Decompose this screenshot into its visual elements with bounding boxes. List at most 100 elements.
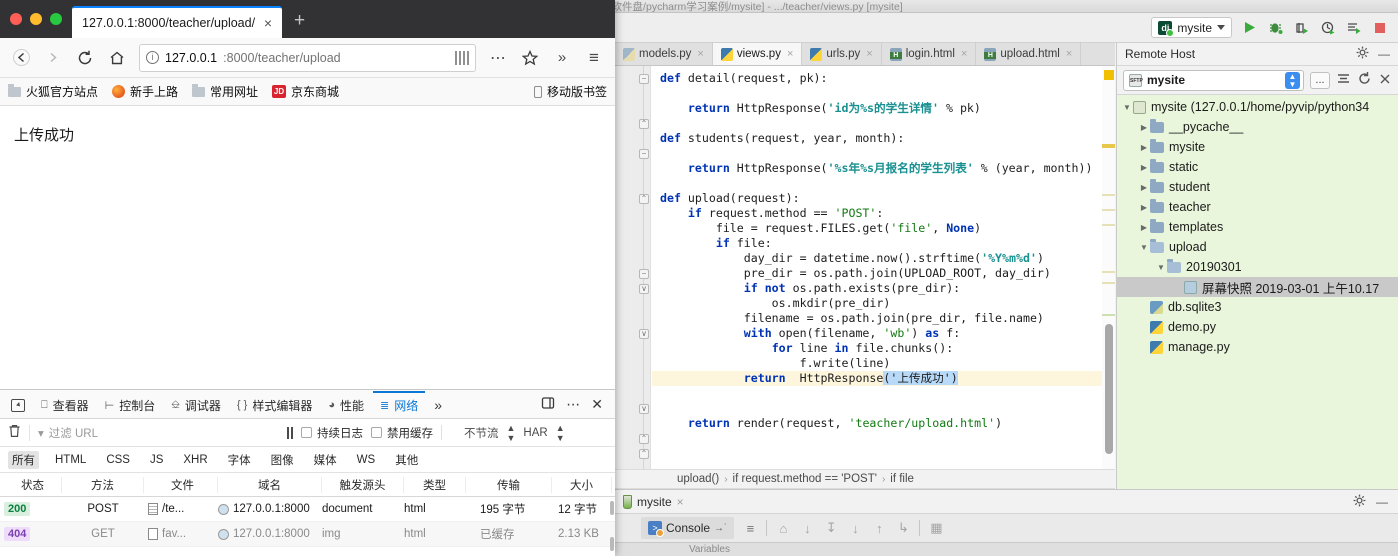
close-icon[interactable]: × — [787, 48, 793, 60]
throttling-label[interactable]: 不节流 — [464, 425, 499, 441]
table-row[interactable]: 404 GET fav... 127.0.0.1:8000 img html 已… — [0, 522, 615, 547]
fold-toggle-icon[interactable]: ⌃ — [639, 194, 649, 204]
chevron-down-icon[interactable]: ▼ — [1138, 243, 1150, 252]
refresh-icon[interactable] — [1357, 71, 1372, 89]
new-tab-button[interactable]: + — [282, 10, 317, 38]
minimize-icon[interactable]: — — [1378, 47, 1390, 61]
scrollbar-thumb[interactable] — [1105, 324, 1113, 454]
profile-icon[interactable] — [1319, 19, 1336, 36]
tree-item[interactable]: manage.py — [1117, 337, 1398, 357]
column-header-method[interactable]: 方法 — [62, 476, 144, 493]
rerun-icon[interactable] — [1345, 19, 1362, 36]
gear-icon[interactable] — [1353, 494, 1366, 510]
column-header-file[interactable]: 文件 — [144, 476, 218, 493]
run-to-cursor-icon[interactable]: ↳ — [895, 520, 911, 536]
step-into-icon[interactable]: ↓ — [799, 520, 815, 536]
evaluate-expression-icon[interactable]: ▦ — [928, 520, 944, 536]
bookmark-common-sites[interactable]: 常用网址 — [192, 83, 258, 100]
editor-tab-login[interactable]: login.html × — [882, 43, 977, 65]
chevron-down-icon[interactable]: ▼ — [1121, 103, 1133, 112]
chevron-right-icon[interactable]: ▶ — [1138, 123, 1150, 132]
type-filter-XHR[interactable]: XHR — [179, 453, 211, 467]
stop-icon[interactable] — [1371, 19, 1388, 36]
minimize-button[interactable] — [30, 13, 42, 25]
forward-icon[interactable] — [39, 44, 67, 72]
column-header-status[interactable]: 状态 — [0, 476, 62, 493]
tree-item[interactable]: demo.py — [1117, 317, 1398, 337]
column-header-domain[interactable]: 域名 — [218, 476, 322, 493]
editor-tab-upload[interactable]: upload.html × — [976, 43, 1082, 65]
column-header-transfer[interactable]: 传输 — [466, 476, 552, 493]
breadcrumb-item-2[interactable]: if file — [890, 473, 914, 485]
editor-tab-urls[interactable]: urls.py × — [802, 43, 882, 65]
breadcrumb-item-1[interactable]: if request.method == 'POST' — [733, 473, 877, 485]
type-filter-所有[interactable]: 所有 — [8, 450, 39, 469]
column-header-type[interactable]: 类型 — [404, 476, 466, 493]
force-step-into-icon[interactable]: ↧ — [823, 520, 839, 536]
devtools-tab-console[interactable]: ⊢ 控制台 — [98, 391, 163, 418]
step-out-icon[interactable]: ↑ — [871, 520, 887, 536]
meatball-menu-icon[interactable]: ⋯ — [566, 396, 580, 413]
editor-scrollbar[interactable] — [1102, 66, 1115, 469]
menu-icon[interactable]: ≡ — [580, 44, 608, 72]
pause-icon[interactable] — [287, 426, 293, 439]
tree-item[interactable]: ▼ upload — [1117, 237, 1398, 257]
devtools-tab-style-editor[interactable]: { } 样式编辑器 — [230, 391, 319, 418]
type-filter-字体[interactable]: 字体 — [224, 451, 255, 469]
fold-toggle-icon[interactable]: − — [639, 74, 649, 84]
trash-icon[interactable] — [8, 424, 21, 441]
chevron-right-icon[interactable]: ▶ — [1138, 183, 1150, 192]
star-icon[interactable] — [516, 44, 544, 72]
scrollbar-thumb[interactable] — [610, 537, 614, 551]
fold-toggle-icon[interactable]: ⌃ — [639, 434, 649, 444]
stepper-icon[interactable]: ▲ ▼ — [1285, 71, 1300, 89]
debug-icon[interactable] — [1267, 19, 1284, 36]
tree-item[interactable]: db.sqlite3 — [1117, 297, 1398, 317]
run-configuration-selector[interactable]: dj mysite — [1151, 17, 1232, 38]
tree-item[interactable]: ▶ student — [1117, 177, 1398, 197]
fold-toggle-icon[interactable]: ∨ — [639, 329, 649, 339]
coverage-icon[interactable] — [1293, 19, 1310, 36]
bookmark-firefox-official[interactable]: 火狐官方站点 — [8, 83, 98, 100]
tree-item[interactable]: ▶ teacher — [1117, 197, 1398, 217]
devtools-tab-network[interactable]: ≣ 网络 — [373, 390, 426, 418]
type-filter-HTML[interactable]: HTML — [51, 453, 90, 467]
fold-toggle-icon[interactable]: − — [639, 149, 649, 159]
browser-tab[interactable]: 127.0.0.1:8000/teacher/upload/ × — [72, 6, 282, 38]
chevron-right-icon[interactable]: ▶ — [1138, 163, 1150, 172]
dock-icon[interactable] — [541, 396, 555, 413]
tree-item[interactable]: ▶ static — [1117, 157, 1398, 177]
close-icon[interactable]: × — [866, 48, 872, 60]
scrollbar-thumb[interactable] — [610, 501, 614, 515]
editor-tab-views[interactable]: views.py × — [712, 43, 803, 65]
server-edit-button[interactable]: ... — [1310, 71, 1330, 89]
type-filter-图像[interactable]: 图像 — [267, 451, 298, 469]
reload-icon[interactable] — [71, 44, 99, 72]
run-tab-mysite[interactable]: mysite × — [623, 494, 684, 509]
element-picker-icon[interactable] — [4, 391, 32, 418]
console-tab[interactable]: > Console →˙ — [641, 517, 735, 539]
maximize-button[interactable] — [50, 13, 62, 25]
close-icon[interactable]: × — [961, 48, 967, 60]
chevron-right-icon[interactable]: ▶ — [1138, 143, 1150, 152]
throttling-stepper-icon[interactable]: ▲ ▼ — [507, 423, 516, 443]
editor-tab-models[interactable]: models.py × — [615, 43, 713, 65]
tree-item[interactable]: 屏幕快照 2019-03-01 上午10.17 — [1117, 277, 1398, 297]
column-header-cause[interactable]: 触发源头 — [322, 476, 404, 493]
type-filter-WS[interactable]: WS — [353, 453, 380, 467]
tree-item[interactable]: ▶ templates — [1117, 217, 1398, 237]
chevron-down-icon[interactable]: ▼ — [1155, 263, 1167, 272]
info-icon[interactable]: i — [146, 51, 159, 64]
gear-icon[interactable] — [1356, 46, 1369, 62]
type-filter-CSS[interactable]: CSS — [102, 453, 134, 467]
step-over-icon[interactable]: ⌂ — [775, 520, 791, 536]
disable-cache-checkbox[interactable]: 禁用缓存 — [371, 425, 433, 441]
devtools-tab-inspector[interactable]: ⎕ 查看器 — [34, 391, 96, 418]
har-stepper-icon[interactable]: ▲ ▼ — [556, 423, 565, 443]
back-icon[interactable] — [7, 44, 35, 72]
type-filter-媒体[interactable]: 媒体 — [310, 451, 341, 469]
fold-toggle-icon[interactable]: − — [639, 269, 649, 279]
persist-logs-checkbox[interactable]: 持续日志 — [301, 425, 363, 441]
code-text[interactable]: def detail(request, pk): return HttpResp… — [652, 66, 1115, 469]
collapse-all-icon[interactable] — [1336, 71, 1351, 89]
